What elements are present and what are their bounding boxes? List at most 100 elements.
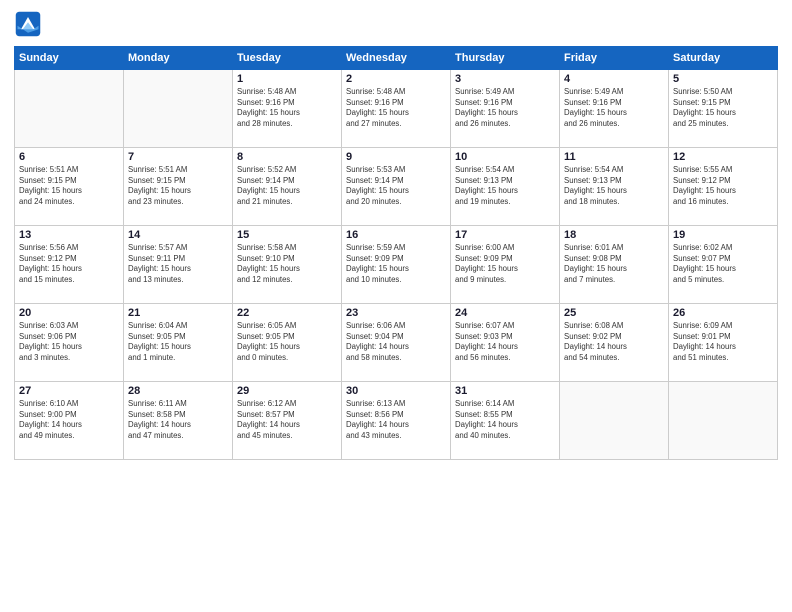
calendar-cell: 6 Sunrise: 5:51 AM Sunset: 9:15 PM Daylig…	[15, 148, 124, 226]
calendar-cell	[15, 70, 124, 148]
weekday-tuesday: Tuesday	[233, 47, 342, 70]
day-number: 13	[19, 229, 119, 241]
day-info: Sunrise: 5:59 AM Sunset: 9:09 PM Dayligh…	[346, 243, 446, 285]
day-info: Sunrise: 6:10 AM Sunset: 9:00 PM Dayligh…	[19, 399, 119, 441]
calendar-week-5: 27 Sunrise: 6:10 AM Sunset: 9:00 PM Dayli…	[15, 382, 778, 460]
day-number: 14	[128, 229, 228, 241]
calendar-cell: 27 Sunrise: 6:10 AM Sunset: 9:00 PM Dayli…	[15, 382, 124, 460]
calendar-week-1: 1 Sunrise: 5:48 AM Sunset: 9:16 PM Daylig…	[15, 70, 778, 148]
day-info: Sunrise: 5:54 AM Sunset: 9:13 PM Dayligh…	[455, 165, 555, 207]
day-info: Sunrise: 5:48 AM Sunset: 9:16 PM Dayligh…	[346, 87, 446, 129]
day-number: 11	[564, 151, 664, 163]
weekday-saturday: Saturday	[669, 47, 778, 70]
weekday-monday: Monday	[124, 47, 233, 70]
calendar-cell: 16 Sunrise: 5:59 AM Sunset: 9:09 PM Dayli…	[342, 226, 451, 304]
day-info: Sunrise: 5:48 AM Sunset: 9:16 PM Dayligh…	[237, 87, 337, 129]
day-number: 24	[455, 307, 555, 319]
calendar-cell: 12Sunrise: 5:55 AM Sunset: 9:12 PM Dayli…	[669, 148, 778, 226]
day-info: Sunrise: 6:01 AM Sunset: 9:08 PM Dayligh…	[564, 243, 664, 285]
day-info: Sunrise: 6:04 AM Sunset: 9:05 PM Dayligh…	[128, 321, 228, 363]
calendar-cell: 4 Sunrise: 5:49 AM Sunset: 9:16 PM Daylig…	[560, 70, 669, 148]
calendar-cell	[124, 70, 233, 148]
calendar-cell: 29Sunrise: 6:12 AM Sunset: 8:57 PM Dayli…	[233, 382, 342, 460]
day-info: Sunrise: 5:50 AM Sunset: 9:15 PM Dayligh…	[673, 87, 773, 129]
calendar-cell: 15Sunrise: 5:58 AM Sunset: 9:10 PM Dayli…	[233, 226, 342, 304]
logo-icon	[14, 10, 42, 38]
day-info: Sunrise: 5:57 AM Sunset: 9:11 PM Dayligh…	[128, 243, 228, 285]
calendar-cell: 17 Sunrise: 6:00 AM Sunset: 9:09 PM Dayli…	[451, 226, 560, 304]
day-number: 17	[455, 229, 555, 241]
day-number: 4	[564, 73, 664, 85]
calendar-cell: 20 Sunrise: 6:03 AM Sunset: 9:06 PM Dayli…	[15, 304, 124, 382]
day-info: Sunrise: 6:07 AM Sunset: 9:03 PM Dayligh…	[455, 321, 555, 363]
day-number: 2	[346, 73, 446, 85]
day-number: 1	[237, 73, 337, 85]
day-info: Sunrise: 5:49 AM Sunset: 9:16 PM Dayligh…	[455, 87, 555, 129]
day-number: 15	[237, 229, 337, 241]
day-number: 20	[19, 307, 119, 319]
calendar-cell: 3 Sunrise: 5:49 AM Sunset: 9:16 PM Daylig…	[451, 70, 560, 148]
day-info: Sunrise: 5:52 AM Sunset: 9:14 PM Dayligh…	[237, 165, 337, 207]
calendar-cell	[669, 382, 778, 460]
day-number: 25	[564, 307, 664, 319]
day-number: 9	[346, 151, 446, 163]
calendar-cell: 26 Sunrise: 6:09 AM Sunset: 9:01 PM Dayli…	[669, 304, 778, 382]
day-number: 23	[346, 307, 446, 319]
calendar-week-3: 13 Sunrise: 5:56 AM Sunset: 9:12 PM Dayli…	[15, 226, 778, 304]
calendar-cell: 23 Sunrise: 6:06 AM Sunset: 9:04 PM Dayli…	[342, 304, 451, 382]
calendar-week-2: 6 Sunrise: 5:51 AM Sunset: 9:15 PM Daylig…	[15, 148, 778, 226]
day-number: 5	[673, 73, 773, 85]
day-number: 27	[19, 385, 119, 397]
header	[14, 10, 778, 38]
day-number: 22	[237, 307, 337, 319]
calendar-cell: 28Sunrise: 6:11 AM Sunset: 8:58 PM Dayli…	[124, 382, 233, 460]
calendar-cell: 7 Sunrise: 5:51 AM Sunset: 9:15 PM Daylig…	[124, 148, 233, 226]
day-info: Sunrise: 5:49 AM Sunset: 9:16 PM Dayligh…	[564, 87, 664, 129]
day-number: 19	[673, 229, 773, 241]
day-number: 6	[19, 151, 119, 163]
day-info: Sunrise: 6:03 AM Sunset: 9:06 PM Dayligh…	[19, 321, 119, 363]
calendar-cell: 2 Sunrise: 5:48 AM Sunset: 9:16 PM Daylig…	[342, 70, 451, 148]
day-info: Sunrise: 5:51 AM Sunset: 9:15 PM Dayligh…	[19, 165, 119, 207]
day-number: 3	[455, 73, 555, 85]
day-number: 30	[346, 385, 446, 397]
day-info: Sunrise: 6:13 AM Sunset: 8:56 PM Dayligh…	[346, 399, 446, 441]
day-number: 26	[673, 307, 773, 319]
day-number: 8	[237, 151, 337, 163]
calendar-cell: 14 Sunrise: 5:57 AM Sunset: 9:11 PM Dayli…	[124, 226, 233, 304]
calendar-cell: 22Sunrise: 6:05 AM Sunset: 9:05 PM Dayli…	[233, 304, 342, 382]
day-info: Sunrise: 6:14 AM Sunset: 8:55 PM Dayligh…	[455, 399, 555, 441]
calendar-week-4: 20 Sunrise: 6:03 AM Sunset: 9:06 PM Dayli…	[15, 304, 778, 382]
calendar-cell: 9 Sunrise: 5:53 AM Sunset: 9:14 PM Daylig…	[342, 148, 451, 226]
day-info: Sunrise: 5:53 AM Sunset: 9:14 PM Dayligh…	[346, 165, 446, 207]
day-info: Sunrise: 6:02 AM Sunset: 9:07 PM Dayligh…	[673, 243, 773, 285]
calendar-cell: 11 Sunrise: 5:54 AM Sunset: 9:13 PM Dayli…	[560, 148, 669, 226]
calendar-cell: 19 Sunrise: 6:02 AM Sunset: 9:07 PM Dayli…	[669, 226, 778, 304]
day-info: Sunrise: 6:00 AM Sunset: 9:09 PM Dayligh…	[455, 243, 555, 285]
day-number: 28	[128, 385, 228, 397]
calendar-cell: 30 Sunrise: 6:13 AM Sunset: 8:56 PM Dayli…	[342, 382, 451, 460]
day-info: Sunrise: 5:51 AM Sunset: 9:15 PM Dayligh…	[128, 165, 228, 207]
weekday-wednesday: Wednesday	[342, 47, 451, 70]
calendar-cell: 1 Sunrise: 5:48 AM Sunset: 9:16 PM Daylig…	[233, 70, 342, 148]
day-info: Sunrise: 6:06 AM Sunset: 9:04 PM Dayligh…	[346, 321, 446, 363]
calendar-cell: 10 Sunrise: 5:54 AM Sunset: 9:13 PM Dayli…	[451, 148, 560, 226]
day-info: Sunrise: 6:09 AM Sunset: 9:01 PM Dayligh…	[673, 321, 773, 363]
calendar-header: SundayMondayTuesdayWednesdayThursdayFrid…	[15, 47, 778, 70]
day-number: 29	[237, 385, 337, 397]
day-number: 16	[346, 229, 446, 241]
day-number: 10	[455, 151, 555, 163]
calendar-cell: 8 Sunrise: 5:52 AM Sunset: 9:14 PM Daylig…	[233, 148, 342, 226]
calendar-table: SundayMondayTuesdayWednesdayThursdayFrid…	[14, 46, 778, 460]
weekday-header-row: SundayMondayTuesdayWednesdayThursdayFrid…	[15, 47, 778, 70]
calendar-cell: 13 Sunrise: 5:56 AM Sunset: 9:12 PM Dayli…	[15, 226, 124, 304]
weekday-thursday: Thursday	[451, 47, 560, 70]
day-info: Sunrise: 5:54 AM Sunset: 9:13 PM Dayligh…	[564, 165, 664, 207]
day-number: 7	[128, 151, 228, 163]
weekday-friday: Friday	[560, 47, 669, 70]
calendar-cell	[560, 382, 669, 460]
day-info: Sunrise: 5:56 AM Sunset: 9:12 PM Dayligh…	[19, 243, 119, 285]
day-info: Sunrise: 5:55 AM Sunset: 9:12 PM Dayligh…	[673, 165, 773, 207]
day-number: 31	[455, 385, 555, 397]
calendar-body: 1 Sunrise: 5:48 AM Sunset: 9:16 PM Daylig…	[15, 70, 778, 460]
